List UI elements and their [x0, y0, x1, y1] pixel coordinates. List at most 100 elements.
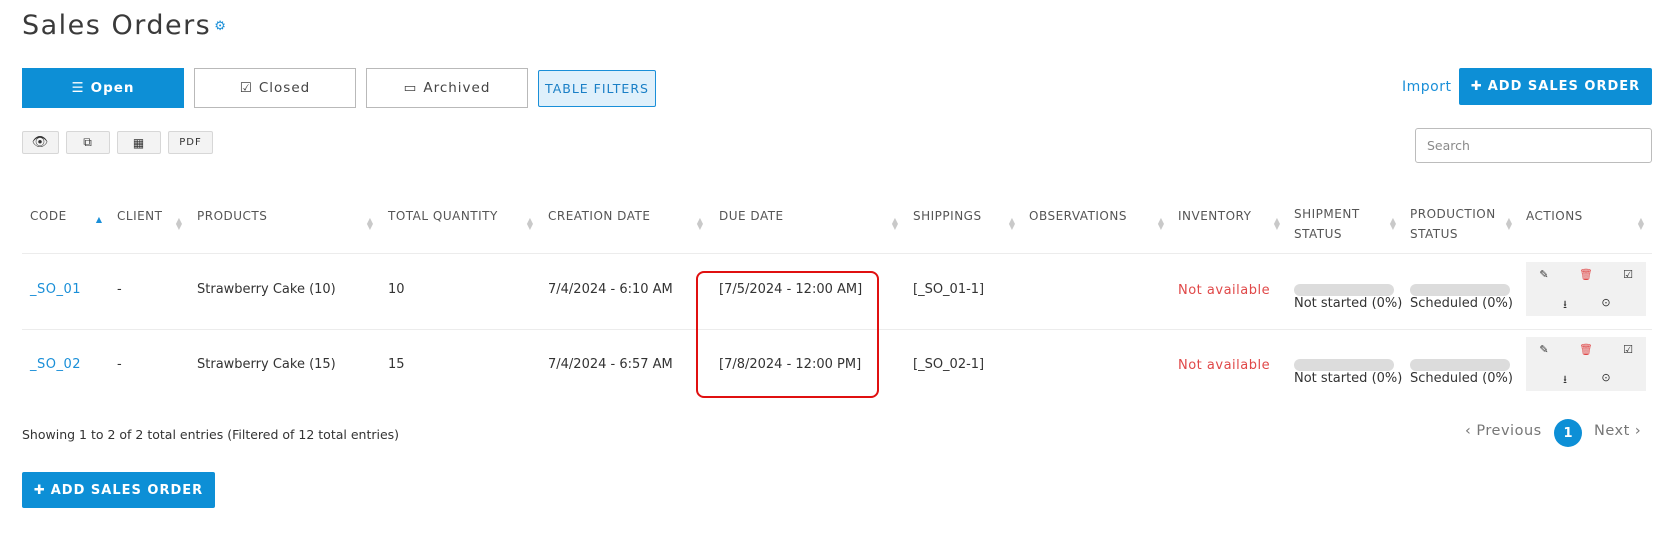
header-code[interactable]: CODE [30, 206, 67, 226]
tab-open[interactable]: ☰ Open [22, 68, 184, 108]
sort-icon[interactable]: ▲ ▼ [175, 217, 183, 231]
search-input[interactable] [1415, 128, 1652, 163]
download-icon[interactable]: ⭳ [1555, 371, 1575, 390]
trash-icon[interactable]: 🗑 [1576, 343, 1596, 356]
tab-closed-label: Closed [258, 80, 311, 96]
chevron-right-icon: › [1634, 423, 1642, 439]
header-products[interactable]: PRODUCTS [197, 206, 267, 226]
entries-summary: Showing 1 to 2 of 2 total entries (Filte… [22, 427, 400, 442]
header-actions[interactable]: ACTIONS [1526, 206, 1583, 226]
header-creation-date[interactable]: CREATION DATE [548, 206, 650, 226]
inventory-status: Not available [1178, 283, 1271, 298]
page-title: Sales Orders ⚙ [22, 10, 227, 41]
order-code-link[interactable]: _SO_01 [30, 282, 81, 297]
sort-icon[interactable]: ▲ ▼ [1008, 217, 1016, 231]
chevron-left-icon: ‹ [1465, 423, 1472, 439]
toggle-columns-button[interactable]: 👁 [22, 131, 59, 154]
header-production-status-line1: PRODUCTION [1410, 207, 1496, 221]
header-due-date[interactable]: DUE DATE [719, 206, 784, 226]
edit-icon[interactable]: ✎ [1534, 343, 1554, 356]
sort-icon[interactable]: ▲ ▼ [526, 217, 534, 231]
check-square-icon[interactable]: ☑ [1618, 268, 1638, 281]
header-inventory[interactable]: INVENTORY [1178, 206, 1251, 226]
order-code-link[interactable]: _SO_02 [30, 357, 81, 372]
row-actions: ✎ 🗑 ☑ ⭳ ⊙ [1526, 337, 1646, 391]
header-shippings[interactable]: SHIPPINGS [913, 206, 982, 226]
trash-icon[interactable]: 🗑 [1576, 268, 1596, 281]
quantity-cell: 10 [388, 282, 405, 297]
plus-icon: ✚ [33, 482, 46, 498]
sort-icon[interactable]: ▲ ▼ [1273, 217, 1281, 231]
inbox-icon: ▭ [403, 80, 418, 96]
row-actions: ✎ 🗑 ☑ ⭳ ⊙ [1526, 262, 1646, 316]
add-sales-order-button[interactable]: ✚ ADD SALES ORDER [1459, 68, 1652, 105]
header-shipment-status-line1: SHIPMENT [1294, 207, 1360, 221]
import-link[interactable]: Import [1402, 79, 1451, 95]
shipment-status-progress: Not started (0%) [1294, 284, 1402, 311]
shipment-progress-bar [1294, 359, 1394, 371]
edit-icon[interactable]: ✎ [1534, 268, 1554, 281]
table-icon: ▦ [132, 135, 146, 150]
page-title-text: Sales Orders [22, 10, 212, 41]
add-sales-order-bottom-label: ADD SALES ORDER [50, 482, 204, 498]
production-status-progress: Scheduled (0%) [1410, 284, 1513, 311]
tab-archived-label: Archived [423, 80, 491, 96]
copy-button[interactable]: ⧉ [66, 131, 110, 154]
sort-icon[interactable]: ▲ ▼ [1157, 217, 1165, 231]
previous-label: Previous [1476, 423, 1542, 439]
next-page-button[interactable]: Next › [1594, 423, 1641, 439]
shippings-cell[interactable]: [_SO_02-1] [913, 357, 984, 372]
add-sales-order-label: ADD SALES ORDER [1487, 79, 1641, 94]
page-number-button[interactable]: 1 [1554, 419, 1582, 447]
table-filters-button[interactable]: TABLE FILTERS [538, 70, 656, 107]
add-sales-order-bottom-button[interactable]: ✚ ADD SALES ORDER [22, 472, 215, 508]
products-cell: Strawberry Cake (10) [197, 282, 336, 297]
download-icon[interactable]: ⭳ [1555, 296, 1575, 315]
shipment-status-progress: Not started (0%) [1294, 359, 1402, 386]
gear-icon[interactable]: ⚙ [214, 19, 227, 34]
sort-icon[interactable]: ▲ ▼ [696, 217, 704, 231]
export-excel-button[interactable]: ▦ [117, 131, 161, 154]
previous-page-button[interactable]: ‹ Previous [1465, 423, 1542, 439]
sort-icon[interactable]: ▲ ▼ [891, 217, 899, 231]
production-status-progress: Scheduled (0%) [1410, 359, 1513, 386]
next-label: Next [1594, 423, 1630, 439]
shippings-cell[interactable]: [_SO_01-1] [913, 282, 984, 297]
production-progress-bar [1410, 359, 1510, 371]
quantity-cell: 15 [388, 357, 405, 372]
eye-icon: 👁 [31, 135, 50, 150]
check-square-icon: ☑ [239, 80, 253, 96]
tab-open-label: Open [90, 80, 135, 96]
sort-icon[interactable]: ▲ [95, 216, 103, 224]
plus-icon: ✚ [1470, 79, 1483, 94]
history-icon[interactable]: ⊙ [1596, 296, 1616, 309]
shipment-status-text: Not started (0%) [1294, 371, 1403, 386]
inventory-status: Not available [1178, 358, 1271, 373]
production-status-text: Scheduled (0%) [1410, 371, 1513, 386]
history-icon[interactable]: ⊙ [1596, 371, 1616, 384]
header-shipment-status-line2: STATUS [1294, 227, 1343, 241]
shipment-progress-bar [1294, 284, 1394, 296]
tab-archived[interactable]: ▭ Archived [366, 68, 528, 108]
client-cell: - [117, 282, 122, 297]
sort-icon[interactable]: ▲ ▼ [1389, 217, 1397, 231]
header-production-status[interactable]: PRODUCTION STATUS [1410, 204, 1496, 244]
sort-icon[interactable]: ▲ ▼ [1505, 217, 1513, 231]
production-progress-bar [1410, 284, 1510, 296]
header-client[interactable]: CLIENT [117, 206, 163, 226]
header-observations[interactable]: OBSERVATIONS [1029, 206, 1127, 226]
header-production-status-line2: STATUS [1410, 227, 1459, 241]
sort-icon[interactable]: ▲ ▼ [1637, 217, 1645, 231]
sort-icon[interactable]: ▲ ▼ [366, 217, 374, 231]
shipment-status-text: Not started (0%) [1294, 296, 1403, 311]
header-shipment-status[interactable]: SHIPMENT STATUS [1294, 204, 1360, 244]
tab-closed[interactable]: ☑ Closed [194, 68, 356, 108]
products-cell: Strawberry Cake (15) [197, 357, 336, 372]
client-cell: - [117, 357, 122, 372]
check-square-icon[interactable]: ☑ [1618, 343, 1638, 356]
list-icon: ☰ [71, 80, 85, 96]
export-pdf-button[interactable]: PDF [168, 131, 213, 154]
header-total-quantity[interactable]: TOTAL QUANTITY [388, 206, 498, 226]
due-date-highlight [696, 271, 879, 398]
copy-icon: ⧉ [83, 135, 93, 149]
